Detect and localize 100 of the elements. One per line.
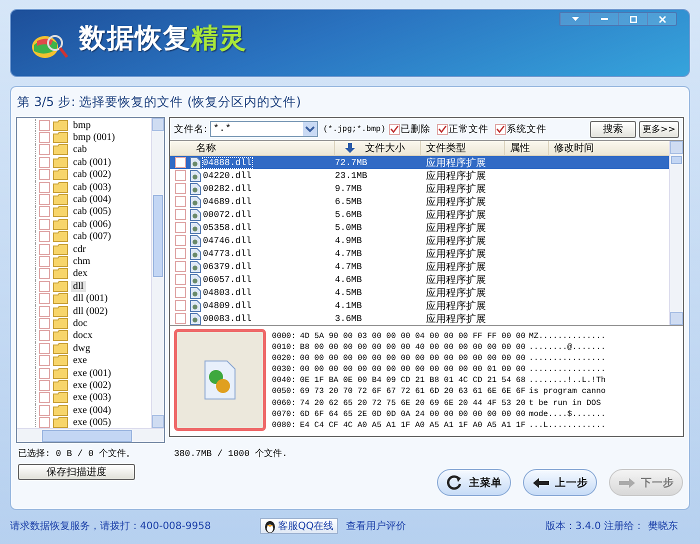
checkbox[interactable] [39, 218, 50, 230]
column-header[interactable]: 属性 [504, 141, 549, 155]
checkbox[interactable] [39, 342, 50, 354]
checkbox[interactable] [39, 392, 50, 404]
file-name[interactable]: 05358.dll [202, 222, 252, 232]
checkbox[interactable] [39, 231, 50, 242]
file-name[interactable]: 04888.dll [202, 158, 252, 168]
folder-icon [53, 392, 68, 404]
file-name[interactable]: 06379.dll [202, 262, 252, 272]
file-name[interactable]: 04689.dll [202, 196, 252, 206]
tree-item[interactable]: bmp [71, 120, 93, 131]
checkbox[interactable] [494, 124, 506, 134]
file-name[interactable]: 06057.dll [202, 274, 252, 284]
tree-item[interactable]: exe [71, 355, 89, 366]
tree-item[interactable]: exe (005) [71, 417, 114, 428]
column-header[interactable]: 修改时间 [548, 141, 669, 155]
checkbox[interactable] [39, 330, 50, 342]
file-type: 应用程序扩展 [424, 300, 487, 312]
checkbox[interactable] [39, 280, 50, 292]
tree-item[interactable]: chm [71, 256, 92, 267]
filename-field[interactable]: *.* [210, 121, 318, 137]
file-name[interactable]: 04803.dll [202, 288, 252, 298]
checkbox[interactable] [174, 209, 186, 220]
checkbox[interactable] [174, 261, 186, 272]
more-button[interactable]: 更多>> [639, 120, 679, 138]
file-name[interactable]: 00282.dll [202, 184, 252, 194]
checkbox[interactable] [39, 132, 50, 144]
file-name[interactable]: 04809.dll [202, 300, 252, 310]
tree-item[interactable]: cab (003) [71, 182, 114, 193]
checkbox[interactable] [174, 222, 186, 233]
column-header[interactable]: 名称 [170, 141, 335, 155]
checkbox[interactable] [39, 194, 50, 206]
file-name[interactable]: 04746.dll [202, 236, 252, 246]
online-support-button[interactable]: 客服QQ在线 [260, 518, 338, 534]
reviews-link[interactable]: 查看用户评价 [346, 519, 406, 533]
main-menu-button[interactable]: 主菜单 [437, 469, 511, 496]
tree-item[interactable]: exe (001) [71, 368, 114, 378]
tree-item[interactable]: cdr [71, 244, 88, 255]
scrollbar[interactable] [17, 428, 164, 442]
column-header[interactable]: 文件大小 [334, 141, 421, 155]
tree-item[interactable]: doc [71, 318, 90, 329]
checkbox[interactable] [39, 256, 50, 267]
checkbox[interactable] [39, 182, 50, 193]
tree-item[interactable]: docx [71, 330, 94, 342]
tree-item[interactable]: dll [71, 280, 86, 292]
tree-item[interactable]: dwg [71, 342, 92, 354]
back-button[interactable]: 上一步 [523, 469, 597, 496]
tree-item[interactable]: cab (006) [71, 218, 114, 230]
checkbox[interactable] [174, 183, 186, 194]
file-name[interactable]: 04773.dll [202, 248, 252, 258]
checkbox[interactable] [39, 368, 50, 378]
checkbox[interactable] [39, 417, 50, 428]
tree-item[interactable]: exe (002) [71, 380, 114, 391]
save-progress-button[interactable]: 保存扫描进度 [18, 464, 135, 480]
checkbox[interactable] [174, 274, 186, 285]
checkbox[interactable] [436, 124, 448, 134]
tree-item[interactable]: cab (002) [71, 169, 114, 180]
tree-item[interactable]: dex [71, 268, 90, 280]
checkbox[interactable] [39, 144, 50, 156]
checkbox[interactable] [174, 235, 186, 246]
checkbox[interactable] [39, 156, 50, 168]
tree-item[interactable]: dll (002) [71, 306, 110, 317]
tree-item[interactable]: bmp (001) [71, 132, 117, 144]
checkbox[interactable] [39, 380, 50, 391]
checkbox[interactable] [174, 170, 186, 181]
checkbox[interactable] [39, 318, 50, 329]
tree-item[interactable]: exe (003) [71, 392, 114, 404]
checkbox[interactable] [39, 244, 50, 255]
search-button[interactable]: 搜索 [590, 120, 636, 138]
tree-item[interactable]: exe (004) [71, 404, 114, 416]
checkbox[interactable] [39, 355, 50, 366]
checkbox[interactable] [174, 287, 186, 298]
checkbox[interactable] [39, 306, 50, 317]
checkbox[interactable] [39, 293, 50, 304]
tree-item[interactable]: cab (001) [71, 156, 114, 168]
tree-item[interactable]: cab (007) [71, 231, 114, 242]
selected-row[interactable]: 04888.dll 72.7MB 应用程序扩展 [170, 156, 669, 169]
file-name[interactable]: 04220.dll [202, 170, 252, 180]
tree-item[interactable]: cab (005) [71, 206, 114, 218]
scrollbar[interactable] [150, 118, 164, 428]
file-name[interactable]: 00072.dll [202, 210, 252, 220]
checkbox[interactable] [174, 313, 186, 324]
file-name[interactable]: 00083.dll [202, 314, 252, 324]
checkbox[interactable] [174, 300, 186, 311]
tree-item[interactable]: dll (001) [71, 293, 110, 304]
checkbox[interactable] [174, 248, 186, 259]
checkbox[interactable] [39, 404, 50, 416]
tree-item[interactable]: cab [71, 144, 89, 156]
checkbox[interactable] [39, 206, 50, 218]
column-header[interactable]: 文件类型 [420, 141, 505, 155]
hex-offset: 0050: [272, 386, 297, 398]
checkbox[interactable] [174, 196, 186, 207]
checkbox[interactable] [388, 124, 400, 134]
scrollbar[interactable] [669, 141, 683, 325]
tree-item[interactable]: cab (004) [71, 194, 114, 206]
checkbox[interactable] [174, 157, 186, 168]
folder-icon [53, 194, 68, 206]
checkbox[interactable] [39, 268, 50, 280]
checkbox[interactable] [39, 120, 50, 131]
checkbox[interactable] [39, 169, 50, 180]
